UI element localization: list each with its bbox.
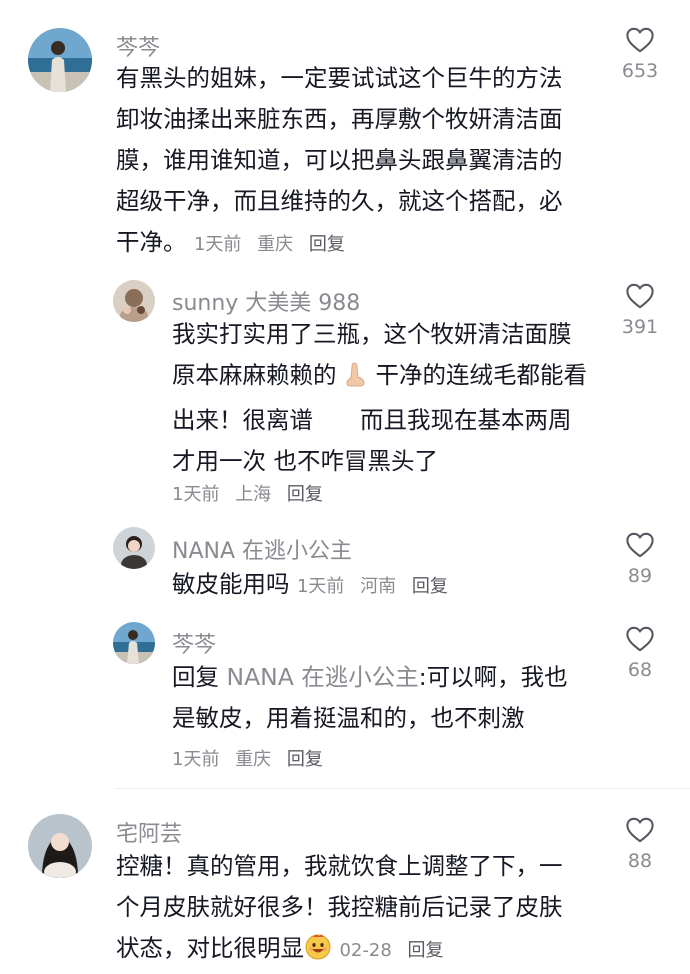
comment-meta: 1天前 上海 回复 [172,480,333,506]
comment-text-line: 干净。 [116,228,187,256]
avatar-image [113,527,155,569]
avatar-image [28,814,92,878]
comment-text-line: 我实打实用了三瓶，这个牧妍清洁面膜 [172,320,572,348]
like-count: 653 [621,60,659,82]
reply-button[interactable]: 回复 [309,234,345,255]
comment-text-segment: :可以啊，我也 [418,663,568,691]
avatar-image [113,622,155,664]
comment-meta: 1天前 河南 回复 [297,576,458,597]
heart-outline-icon [626,532,654,558]
comment-text-line: 个月皮肤就好很多！我控糖前后记录了皮肤 [116,893,563,921]
like-button[interactable]: 391 [610,282,670,338]
comment-text: 敏皮能用吗 1天前 河南 回复 [172,564,612,607]
heart-outline-icon [626,27,654,53]
comment-text-line: 才用一次 也不咋冒黑头了 [172,447,438,475]
username[interactable]: NANA 在逃小公主 [172,533,352,565]
like-count: 391 [621,316,659,338]
comment-text: 回复 NANA 在逃小公主:可以啊，我也 是敏皮，用着挺温和的，也不刺激 [172,657,612,739]
avatar[interactable] [28,814,92,878]
like-button[interactable]: 68 [610,625,670,681]
comment-location: 河南 [360,576,397,597]
happy-face-emoji-icon [304,932,332,973]
comment-text-last-line: 状态，对比很明显 02-28 回复 [116,928,606,973]
comment-text-line: 超级干净，而且维持的久，就这个搭配，必 [116,187,563,215]
comment-meta: 1天前 重庆 回复 [194,234,355,255]
nose-emoji-icon [344,359,368,400]
divider [115,788,690,789]
comment-text: 控糖！真的管用，我就饮食上调整了下，一 个月皮肤就好很多！我控糖前后记录了皮肤 … [116,846,606,973]
avatar[interactable] [113,280,155,322]
comment-text-line: 原本麻麻赖赖的 干净的连绒毛都能看 [172,355,612,400]
comment-text-line: 敏皮能用吗 [172,570,290,598]
comment-text-line: 回复 NANA 在逃小公主:可以啊，我也 [172,657,612,698]
comment-location: 上海 [235,484,272,505]
comment-text-segment: 原本麻麻赖赖的 [172,361,337,389]
heart-outline-icon [626,283,654,309]
comment-time: 1天前 [296,576,345,597]
comment-text: 我实打实用了三瓶，这个牧妍清洁面膜 原本麻麻赖赖的 干净的连绒毛都能看 出来！很… [172,314,612,482]
comment-meta: 1天前 重庆 回复 [172,745,333,771]
heart-outline-icon [626,626,654,652]
comment-text-last-line: 干净。 1天前 重庆 回复 [116,222,606,265]
like-count: 89 [627,565,653,587]
reply-prefix: 回复 [172,663,219,691]
reply-button[interactable]: 回复 [408,940,444,961]
mention-link[interactable]: NANA 在逃小公主 [226,663,418,691]
like-button[interactable]: 88 [610,816,670,872]
comment-meta: 02-28 回复 [339,940,453,961]
heart-outline-icon [626,817,654,843]
username[interactable]: sunny 大美美 988 [172,285,360,317]
reply-button[interactable]: 回复 [287,749,323,770]
comment-text-line: 卸妆油揉出来脏东西，再厚敷个牧妍清洁面 [116,105,563,133]
reply-button[interactable]: 回复 [287,484,323,505]
avatar[interactable] [113,622,155,664]
reply-button[interactable]: 回复 [412,576,448,597]
comment-text-line: 膜，谁用谁知道，可以把鼻头跟鼻翼清洁的 [116,146,563,174]
comment-location: 重庆 [235,749,272,770]
like-count: 88 [627,850,653,872]
comment-time: 1天前 [172,484,220,505]
username[interactable]: 芩芩 [172,627,216,659]
comment-location: 重庆 [257,234,294,255]
like-count: 68 [627,659,653,681]
avatar[interactable] [113,527,155,569]
comment-text-line: 是敏皮，用着挺温和的，也不刺激 [172,704,525,732]
comment-text-line: 状态，对比很明显 [116,934,304,962]
avatar-image [28,28,92,92]
comment-text: 有黑头的姐妹，一定要试试这个巨牛的方法 卸妆油揉出来脏东西，再厚敷个牧妍清洁面 … [116,58,606,265]
username[interactable]: 宅阿芸 [116,816,182,848]
comment-time: 1天前 [172,749,220,770]
avatar[interactable] [28,28,92,92]
like-button[interactable]: 89 [610,531,670,587]
comment-text-line: 出来！很离谱 而且我现在基本两周 [172,406,572,434]
comment-time: 02-28 [339,940,392,961]
comment-text-segment: 干净的连绒毛都能看 [375,361,587,389]
comment-time: 1天前 [193,234,242,255]
comment-text-line: 控糖！真的管用，我就饮食上调整了下，一 [116,852,563,880]
like-button[interactable]: 653 [610,26,670,82]
avatar-image [113,280,155,322]
comment-text-line: 有黑头的姐妹，一定要试试这个巨牛的方法 [116,64,563,92]
